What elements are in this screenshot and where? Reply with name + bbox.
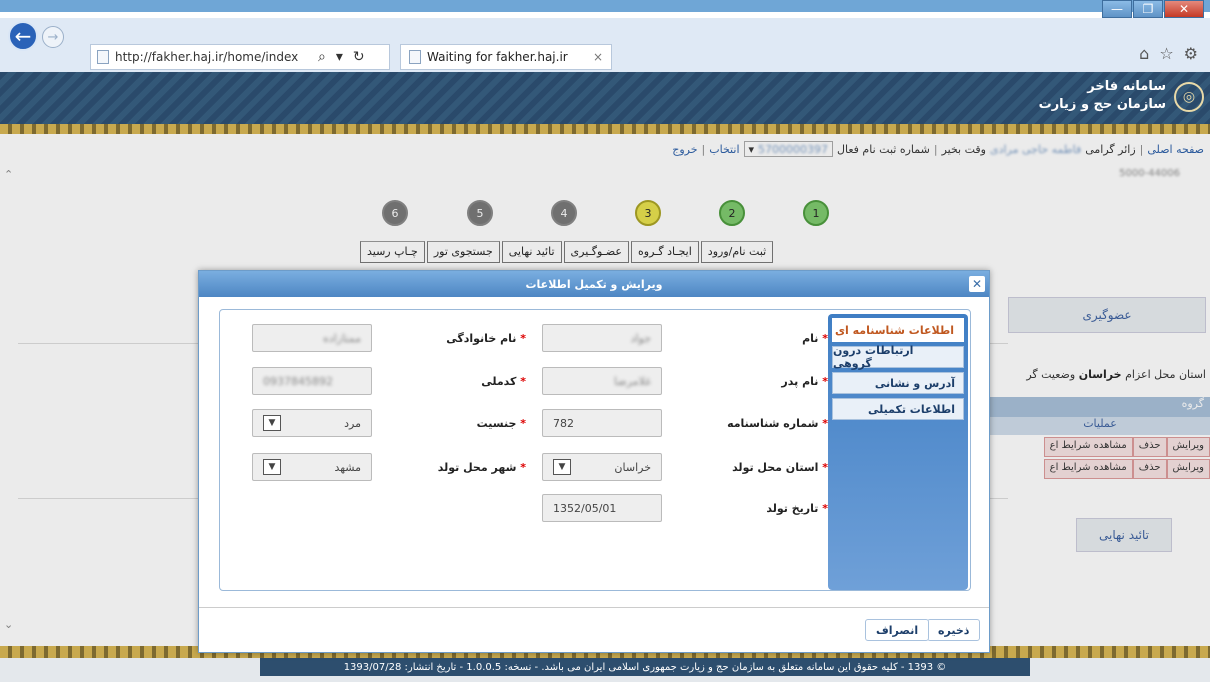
birth-province-label: * استان محل تولد [732,461,828,474]
first-name-label: * نام [802,332,828,345]
dialog-title: ویرایش و تکمیل اطلاعات [525,277,663,291]
browser-tools: ⌂ ☆ ⚙ [1139,44,1198,63]
back-button[interactable]: ← [8,21,38,51]
chevron-down-icon: ▼ [263,459,281,475]
father-name-label: * نام پدر [781,375,828,388]
tab-title: Waiting for fakher.haj.ir [427,50,568,64]
last-name-field[interactable]: ممتازاده [252,324,372,352]
site-brand: سامانه فاخر سازمان حج و زیارت [1039,78,1166,114]
minimize-button[interactable]: — [1102,0,1132,18]
brand-title: سامانه فاخر [1087,79,1166,94]
address-actions: ⌕ ▾ ↻ [318,44,365,70]
save-button[interactable]: ذخیره [927,619,981,641]
browser-tab[interactable]: Waiting for fakher.haj.ir × [400,44,612,70]
window-controls: — ❐ ✕ [1102,0,1204,18]
url-text: http://fakher.haj.ir/home/index [115,50,299,64]
brand-subtitle: سازمان حج و زیارت [1038,97,1166,112]
search-icon[interactable]: ⌕ [318,49,326,65]
dialog-footer-divider [199,607,989,608]
site-banner: سامانه فاخر سازمان حج و زیارت ◎ [0,72,1210,124]
gender-select[interactable]: ▼ مرد [252,409,372,437]
decorative-band [0,124,1210,134]
page-icon [97,50,109,64]
close-tab-icon[interactable]: × [593,50,603,64]
tab-address[interactable]: آدرس و نشانی [832,372,964,394]
tab-group-relations[interactable]: ارتباطات درون گروهی [832,344,964,370]
page-icon [409,50,421,64]
logo-icon: ◎ [1174,82,1204,112]
last-name-label: * نام خانوادگی [446,332,526,345]
close-window-button[interactable]: ✕ [1164,0,1204,18]
father-name-field[interactable]: غلامرضا [542,367,662,395]
tab-birth-certificate-info[interactable]: اطلاعات شناسنامه ای [832,318,964,342]
star-icon[interactable]: ☆ [1159,44,1173,63]
chevron-down-icon: ▼ [553,459,571,475]
edit-info-dialog: ویرایش و تکمیل اطلاعات ✕ * نام جواد * نا… [198,270,990,653]
national-id-field[interactable]: 0937845892 [252,367,372,395]
footer-text: © 1393 - کلیه حقوق این سامانه متعلق به س… [260,658,1030,676]
birth-city-label: * شهر محل تولد [437,461,526,474]
refresh-icon[interactable]: ↻ [353,49,365,65]
chevron-down-icon: ▼ [263,415,281,431]
first-name-field[interactable]: جواد [542,324,662,352]
dialog-header: ویرایش و تکمیل اطلاعات ✕ [199,271,989,297]
birth-city-select[interactable]: ▼ مشهد [252,453,372,481]
forward-button[interactable]: → [42,26,64,48]
certificate-number-label: * شماره شناسنامه [727,417,828,430]
close-icon[interactable]: ✕ [969,276,985,292]
birth-date-label: * تاریخ تولد [766,502,828,515]
gear-icon[interactable]: ⚙ [1184,44,1198,63]
certificate-number-field[interactable]: 782 [542,409,662,437]
home-icon[interactable]: ⌂ [1139,44,1149,63]
dialog-body: * نام جواد * نام خانوادگی ممتازاده * نام… [219,309,971,591]
birth-date-field[interactable]: 1352/05/01 [542,494,662,522]
tab-additional-info[interactable]: اطلاعات تکمیلی [832,398,964,420]
chevron-down-icon[interactable]: ▾ [336,49,343,65]
dialog-side-tabs: اطلاعات شناسنامه ای ارتباطات درون گروهی … [828,314,968,590]
arrow-right-icon: → [47,29,59,45]
window-titlebar [0,0,1210,12]
arrow-left-icon: ← [14,24,32,48]
gender-label: * جنسیت [476,417,526,430]
maximize-button[interactable]: ❐ [1133,0,1163,18]
birth-province-select[interactable]: ▼ خراسان [542,453,662,481]
cancel-button[interactable]: انصراف [865,619,930,641]
national-id-label: * کدملی [481,375,526,388]
